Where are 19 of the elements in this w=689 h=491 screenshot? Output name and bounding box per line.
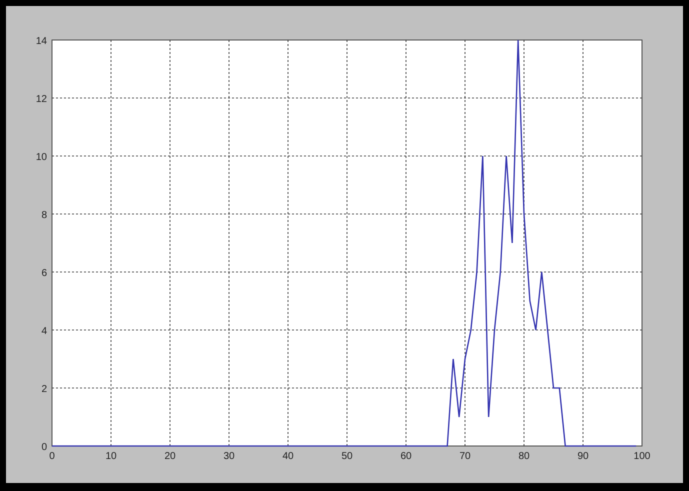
tick-label: 40 <box>282 451 294 462</box>
tick-label: 8 <box>41 210 47 221</box>
tick-label: 12 <box>36 94 47 105</box>
tick-label: 60 <box>400 451 412 462</box>
tick-label: 20 <box>164 451 176 462</box>
tick-label: 0 <box>49 451 55 462</box>
tick-label: 2 <box>41 384 47 395</box>
tick-label: 70 <box>459 451 471 462</box>
tick-label: 6 <box>41 268 47 279</box>
tick-label: 4 <box>41 326 47 337</box>
tick-label: 10 <box>36 152 47 163</box>
tick-label: 80 <box>518 451 530 462</box>
tick-label: 90 <box>577 451 589 462</box>
tick-label: 14 <box>36 36 47 47</box>
tick-label: 100 <box>634 451 650 462</box>
tick-label: 30 <box>223 451 235 462</box>
tick-label: 0 <box>41 442 47 453</box>
tick-label: 10 <box>105 451 117 462</box>
tick-label: 50 <box>341 451 353 462</box>
